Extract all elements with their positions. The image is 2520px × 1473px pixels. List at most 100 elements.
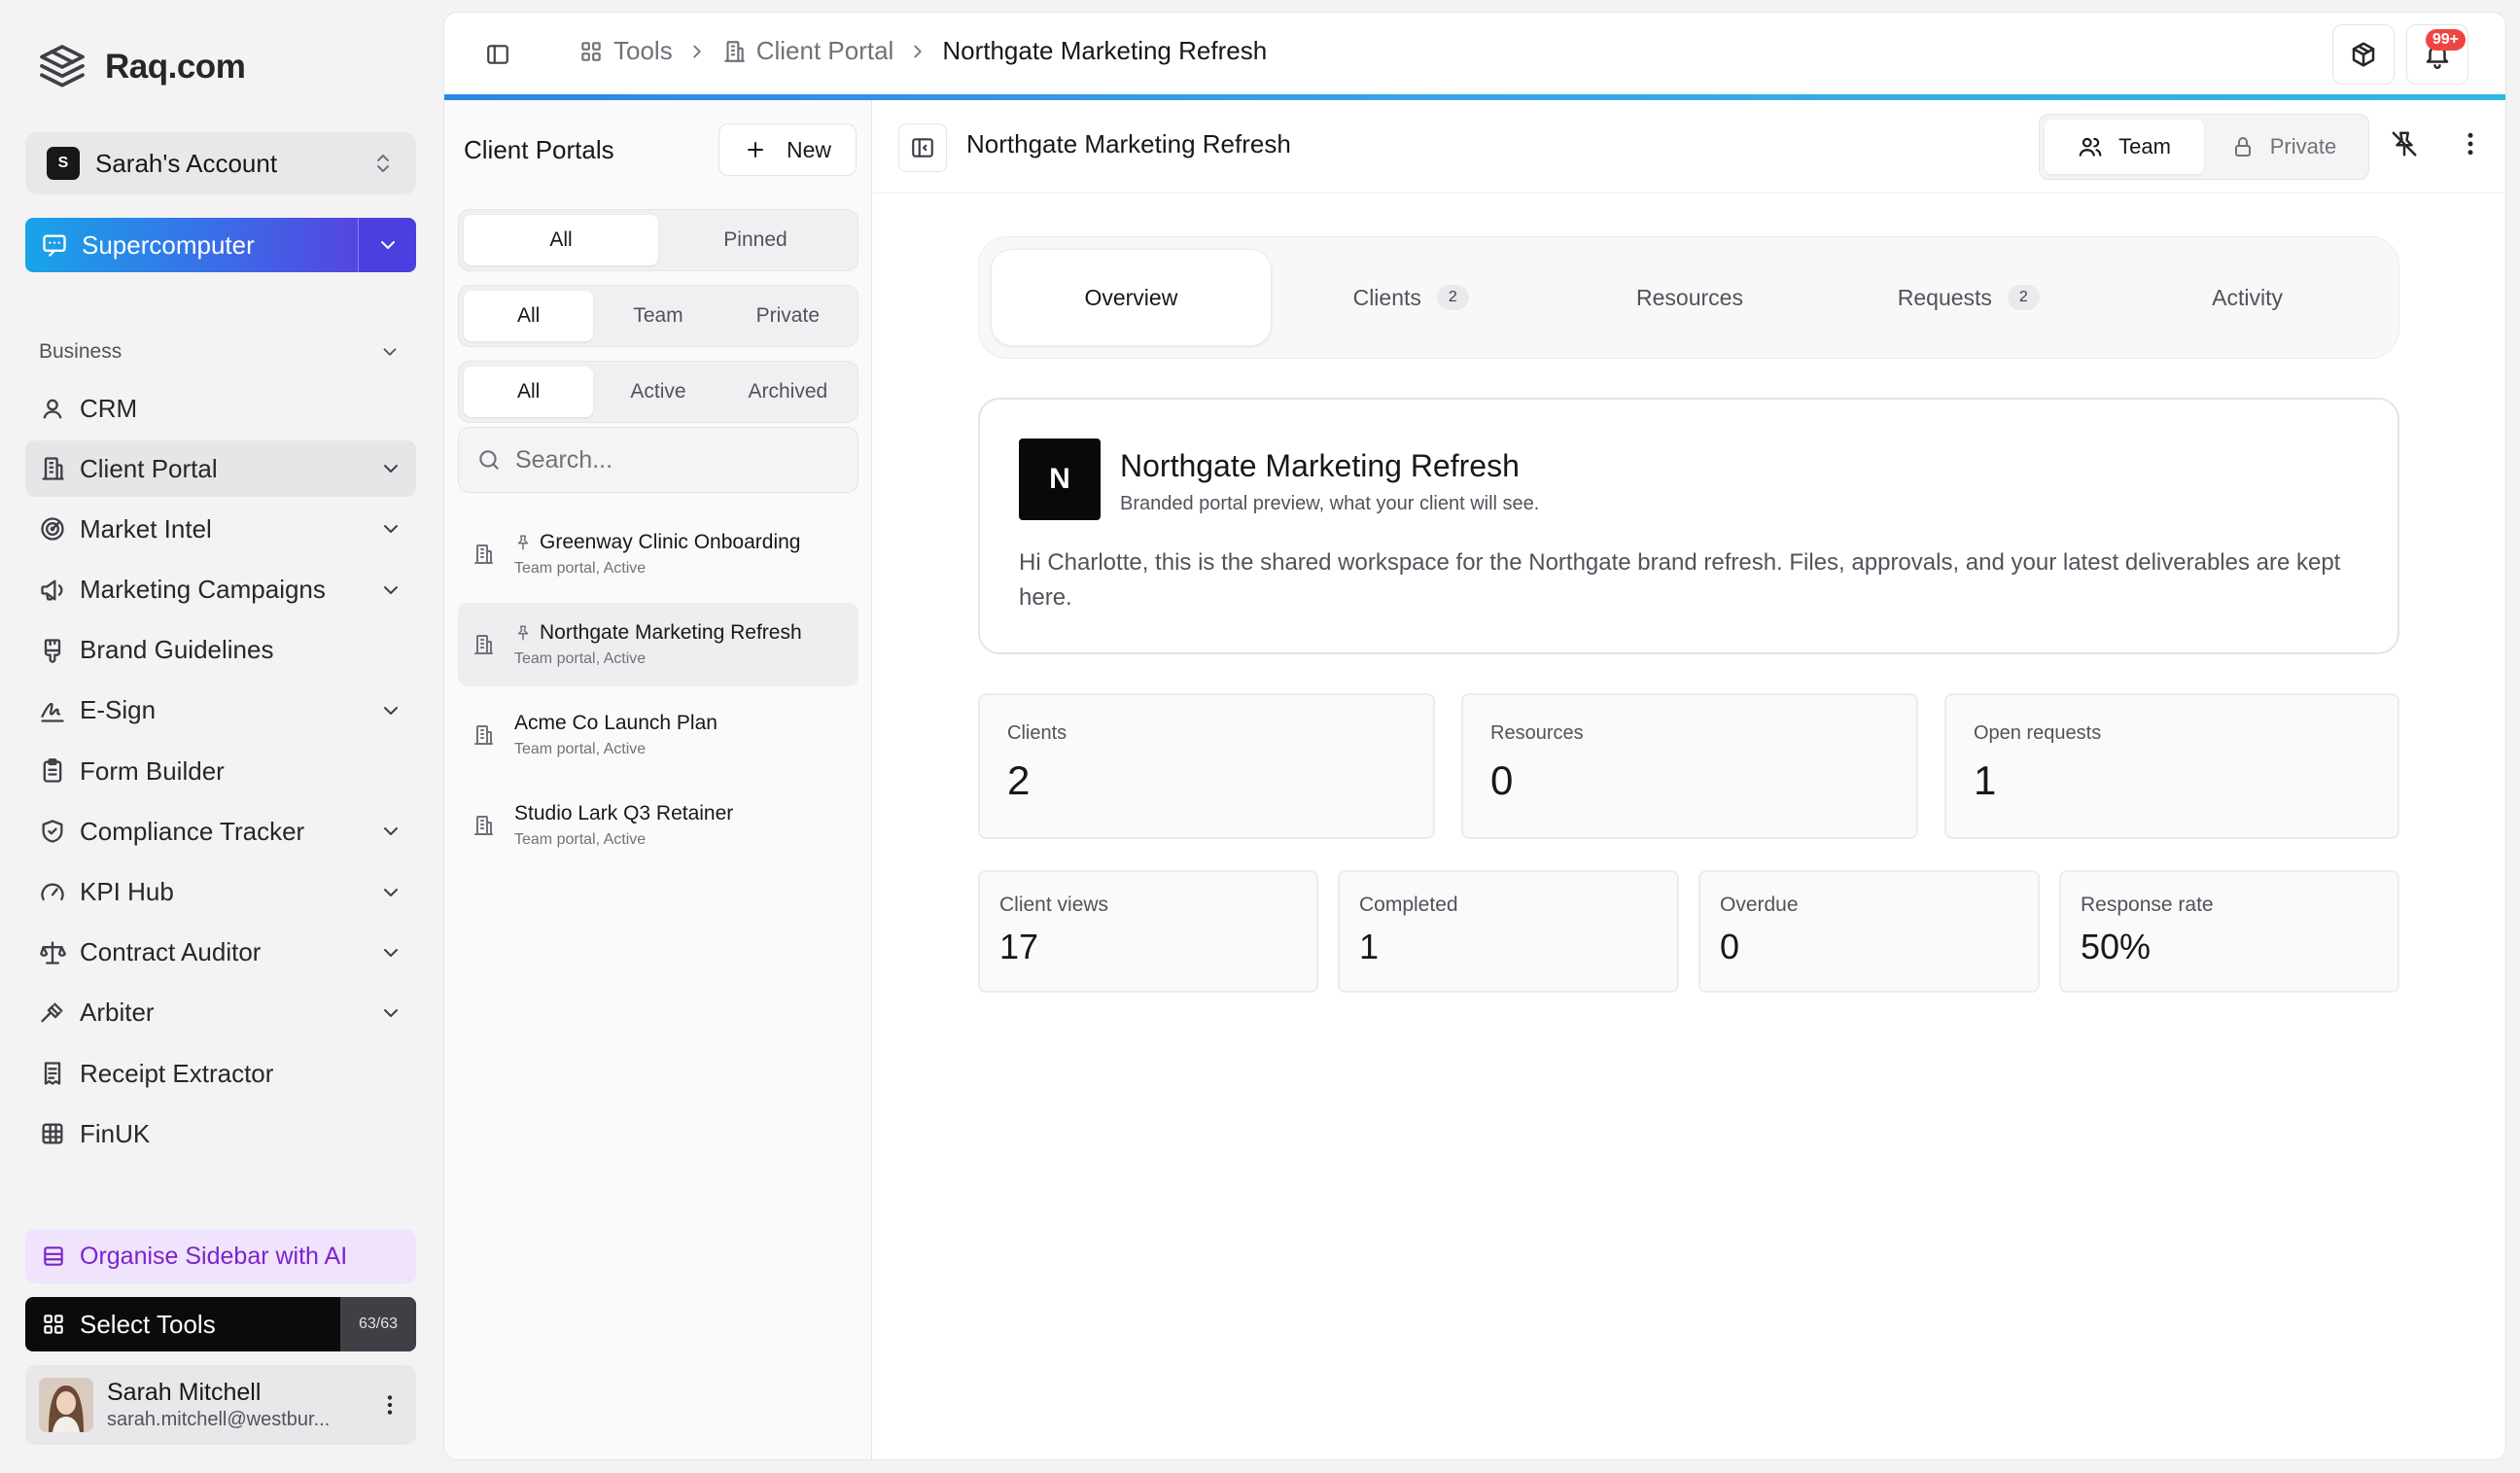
sidebar-item-form-builder[interactable]: Form Builder [25,743,416,799]
sidebar-item-label: Receipt Extractor [80,1058,274,1088]
building-icon [721,39,747,64]
sidebar-item-crm[interactable]: CRM [25,380,416,437]
visibility-private[interactable]: Private [2204,120,2363,174]
portal-preview-subtitle: Branded portal preview, what your client… [1120,493,1540,514]
metric-label: Overdue [1720,894,1799,916]
detail-title: Northgate Marketing Refresh [966,129,1291,158]
stat-card-open-requests: Open requests 1 [1944,693,2399,839]
portal-preview-title: Northgate Marketing Refresh [1120,448,1520,483]
list-item[interactable]: Northgate Marketing Refresh Team portal,… [458,603,858,686]
portal-list-column: Client Portals New All Pinned All Team P… [444,100,872,1459]
sidebar-item-contract-auditor[interactable]: Contract Auditor [25,925,416,981]
breadcrumb-client-portal[interactable]: Client Portal [721,36,894,66]
package-button[interactable] [2332,24,2395,85]
sidebar-item-brand-guidelines[interactable]: Brand Guidelines [25,622,416,679]
metric-label: Response rate [2081,894,2214,916]
chevron-right-icon [686,41,708,62]
sidebar-item-kpi-hub[interactable]: KPI Hub [25,864,416,921]
notifications-button[interactable]: 99+ [2406,24,2468,85]
filter-private[interactable]: Private [723,291,853,341]
sidebar-item-arbiter[interactable]: Arbiter [25,985,416,1041]
sidebar-item-label: Form Builder [80,755,225,786]
filter-active[interactable]: Active [593,367,722,417]
visibility-filter: All Team Private [458,285,858,347]
account-switcher[interactable]: S Sarah's Account [25,132,416,194]
tab-label: Activity [2212,284,2283,310]
tab-overview[interactable]: Overview [991,249,1272,346]
grid-icon [578,39,604,64]
pin-off-icon[interactable] [2390,129,2419,158]
chevron-down-icon [379,699,402,722]
user-icon [39,395,66,422]
list-item[interactable]: Greenway Clinic Onboarding Team portal, … [458,512,858,596]
filter-team[interactable]: Team [593,291,722,341]
collapse-list-button[interactable] [898,123,947,172]
more-vertical-icon[interactable] [2456,129,2485,158]
user-profile[interactable]: Sarah Mitchell sarah.mitchell@westbur... [25,1365,416,1445]
building-icon [39,455,66,482]
list-item[interactable]: Studio Lark Q3 Retainer Team portal, Act… [458,784,858,867]
tab-label: Resources [1636,284,1743,310]
tab-activity[interactable]: Activity [2108,249,2387,346]
sidebar-item-e-sign[interactable]: E-Sign [25,683,416,739]
panel-left-icon [910,135,935,160]
sidebar-item-label: FinUK [80,1118,151,1148]
search-input[interactable] [515,445,840,474]
pin-filter: All Pinned [458,209,858,271]
chevron-down-icon [376,233,400,257]
new-portal-button[interactable]: New [718,123,857,176]
sidebar-item-label: CRM [80,393,138,423]
tab-label: Clients [1352,284,1421,310]
portal-subtitle: Team portal, Active [514,560,647,577]
tab-clients[interactable]: Clients 2 [1272,249,1551,346]
portal-list: Greenway Clinic Onboarding Team portal, … [458,512,858,874]
package-icon [2349,40,2378,69]
metric-card-client-views: Client views 17 [978,870,1318,993]
section-business[interactable]: Business [39,340,401,364]
building-icon [472,543,495,566]
sidebar-item-marketing-campaigns[interactable]: Marketing Campaigns [25,562,416,618]
sidebar-item-client-portal[interactable]: Client Portal [25,440,416,498]
private-label: Private [2269,134,2337,158]
visibility-team[interactable]: Team [2045,120,2204,174]
grid-icon [41,1312,66,1337]
sidebar-toggle-icon[interactable] [485,42,510,67]
breadcrumb-tools[interactable]: Tools [578,36,673,66]
tools-count-badge: 63/63 [340,1297,416,1351]
filter-pinned[interactable]: Pinned [658,215,853,265]
sidebar-item-label: Brand Guidelines [80,635,274,665]
stat-card-resources: Resources 0 [1461,693,1918,839]
stat-card-clients: Clients 2 [978,693,1435,839]
breadcrumb-label: Client Portal [755,36,894,65]
tab-count-badge: 2 [1436,285,1469,310]
list-item[interactable]: Acme Co Launch Plan Team portal, Active [458,693,858,777]
filter-all-visibility[interactable]: All [464,291,594,341]
sidebar-item-compliance-tracker[interactable]: Compliance Tracker [25,803,416,859]
brand[interactable]: Raq.com [35,39,246,95]
radar-icon [39,515,66,543]
clipboard-icon [39,757,66,785]
filter-archived[interactable]: Archived [723,367,853,417]
sidebar-item-finuk[interactable]: FinUK [25,1105,416,1162]
filter-all-portals[interactable]: All [464,215,658,265]
brand-name: Raq.com [105,48,246,86]
more-vertical-icon[interactable] [377,1392,402,1418]
shield-check-icon [39,818,66,845]
supercomputer-button[interactable]: Supercomputer [25,218,358,272]
organise-sidebar-button[interactable]: Organise Sidebar with AI [25,1229,416,1283]
filter-all-status[interactable]: All [464,367,594,417]
tab-requests[interactable]: Requests 2 [1829,249,2108,346]
chevron-down-icon [379,341,401,363]
sidebar-item-receipt-extractor[interactable]: Receipt Extractor [25,1045,416,1102]
supercomputer-button-group: Supercomputer [25,218,416,272]
sidebar-item-market-intel[interactable]: Market Intel [25,501,416,557]
stat-value: 1 [1974,757,1997,803]
gauge-icon [39,879,66,906]
app-sidebar: Raq.com S Sarah's Account Supercomputer … [0,0,439,1473]
select-tools-button[interactable]: Select Tools 63/63 [25,1297,416,1351]
portal-title: Greenway Clinic Onboarding [540,531,801,553]
chevrons-up-down-icon [371,152,395,175]
supercomputer-dropdown[interactable] [358,218,416,272]
visibility-toggle: Team Private [2039,114,2369,180]
tab-resources[interactable]: Resources [1551,249,1830,346]
